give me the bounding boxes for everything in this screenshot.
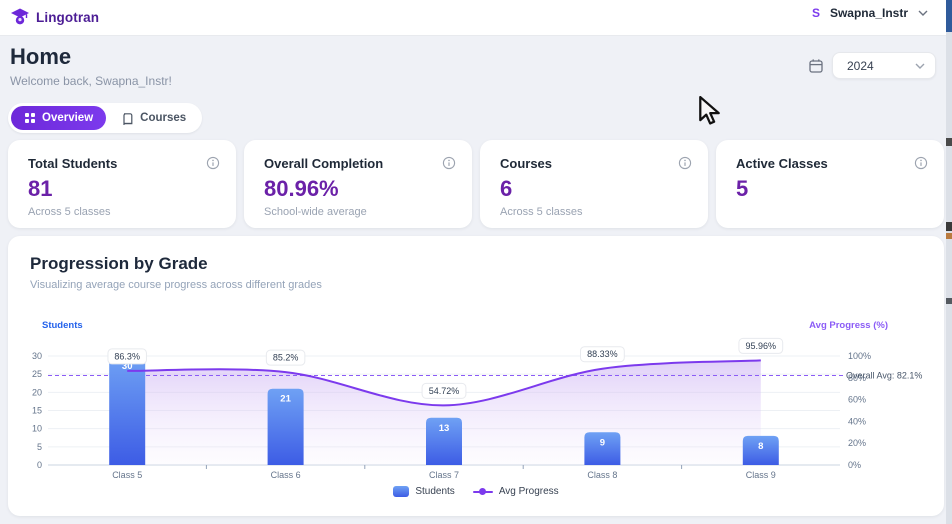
graduation-cap-icon	[10, 7, 30, 27]
svg-text:20%: 20%	[848, 438, 866, 448]
year-filter: 2024	[808, 52, 936, 79]
brand: Lingotran	[10, 7, 99, 27]
chart-title: Progression by Grade	[30, 254, 208, 274]
brand-name: Lingotran	[36, 10, 99, 25]
svg-text:15: 15	[32, 406, 42, 416]
svg-text:20: 20	[32, 387, 42, 397]
info-icon[interactable]	[914, 156, 928, 175]
chart-area: Students Avg Progress (%) 0 5 10 15 20 25 30 0%…	[24, 320, 928, 506]
svg-text:85.2%: 85.2%	[273, 353, 299, 363]
tab-overview-label: Overview	[42, 112, 93, 124]
stat-card-total-students: Total Students 81 Across 5 classes	[8, 140, 236, 228]
svg-text:9: 9	[600, 437, 605, 448]
stat-subtitle: Across 5 classes	[28, 206, 111, 218]
chart-legend: Students Avg Progress	[24, 486, 928, 497]
stat-card-courses: Courses 6 Across 5 classes	[480, 140, 708, 228]
svg-text:Overall Avg: 82.1%: Overall Avg: 82.1%	[846, 371, 922, 381]
svg-text:25: 25	[32, 369, 42, 379]
svg-text:Class 7: Class 7	[429, 470, 459, 480]
book-icon	[121, 112, 134, 125]
info-icon[interactable]	[678, 156, 692, 175]
stat-value: 6	[500, 176, 512, 202]
stat-value: 5	[736, 176, 748, 202]
chevron-down-icon	[918, 10, 928, 16]
svg-text:30: 30	[32, 351, 42, 361]
svg-text:5: 5	[37, 442, 42, 452]
svg-text:100%: 100%	[848, 351, 871, 361]
bar-swatch	[393, 486, 409, 497]
stat-value: 81	[28, 176, 52, 202]
legend-item-students[interactable]: Students	[393, 486, 454, 497]
stat-subtitle: Across 5 classes	[500, 206, 583, 218]
welcome-text: Welcome back, Swapna_Instr!	[10, 74, 172, 88]
stat-title: Courses	[500, 156, 552, 171]
info-icon[interactable]	[442, 156, 456, 175]
svg-text:8: 8	[758, 441, 763, 452]
right-axis-title: Avg Progress (%)	[809, 320, 888, 331]
svg-text:Class 9: Class 9	[746, 470, 776, 480]
stat-card-active-classes: Active Classes 5	[716, 140, 944, 228]
year-select-value: 2024	[847, 59, 874, 73]
progression-chart-card: Progression by Grade Visualizing average…	[8, 236, 944, 516]
user-menu[interactable]: S Swapna_Instr	[812, 6, 928, 20]
stat-title: Total Students	[28, 156, 117, 171]
svg-text:10: 10	[32, 424, 42, 434]
chevron-down-icon	[915, 63, 925, 69]
page-title: Home	[10, 44, 71, 70]
svg-text:60%: 60%	[848, 395, 866, 405]
stat-subtitle: School-wide average	[264, 206, 367, 218]
username: Swapna_Instr	[830, 6, 908, 20]
year-select[interactable]: 2024	[832, 52, 936, 79]
background-window-sliver	[946, 0, 952, 524]
chart-subtitle: Visualizing average course progress acro…	[30, 279, 322, 291]
legend-item-avg-progress[interactable]: Avg Progress	[473, 486, 559, 497]
svg-text:95.96%: 95.96%	[746, 341, 777, 351]
avatar: S	[812, 6, 820, 20]
tab-courses-label: Courses	[140, 112, 186, 124]
left-axis-title: Students	[42, 320, 83, 331]
line-swatch	[473, 491, 493, 493]
svg-text:54.72%: 54.72%	[429, 386, 460, 396]
svg-text:Class 8: Class 8	[587, 470, 617, 480]
app-header: Lingotran S Swapna_Instr	[0, 0, 946, 36]
view-tabs: Overview Courses	[8, 103, 202, 133]
svg-text:86.3%: 86.3%	[114, 351, 140, 361]
progression-chart: 0510152025300%20%40%60%80%100%Class 5Cla…	[24, 334, 928, 484]
stat-title: Overall Completion	[264, 156, 383, 171]
stat-card-overall-completion: Overall Completion 80.96% School-wide av…	[244, 140, 472, 228]
svg-text:Class 6: Class 6	[271, 470, 301, 480]
svg-text:0%: 0%	[848, 460, 861, 470]
mouse-cursor	[698, 96, 724, 126]
svg-text:21: 21	[280, 394, 291, 405]
svg-text:Class 5: Class 5	[112, 470, 142, 480]
stat-value: 80.96%	[264, 176, 339, 202]
info-icon[interactable]	[206, 156, 220, 175]
tab-overview[interactable]: Overview	[11, 106, 106, 130]
tab-courses[interactable]: Courses	[108, 106, 199, 130]
calendar-icon	[808, 58, 824, 74]
stat-title: Active Classes	[736, 156, 828, 171]
svg-text:40%: 40%	[848, 416, 866, 426]
svg-text:88.33%: 88.33%	[587, 349, 618, 359]
svg-text:0: 0	[37, 460, 42, 470]
grid-icon	[24, 112, 36, 124]
svg-text:13: 13	[439, 423, 450, 434]
